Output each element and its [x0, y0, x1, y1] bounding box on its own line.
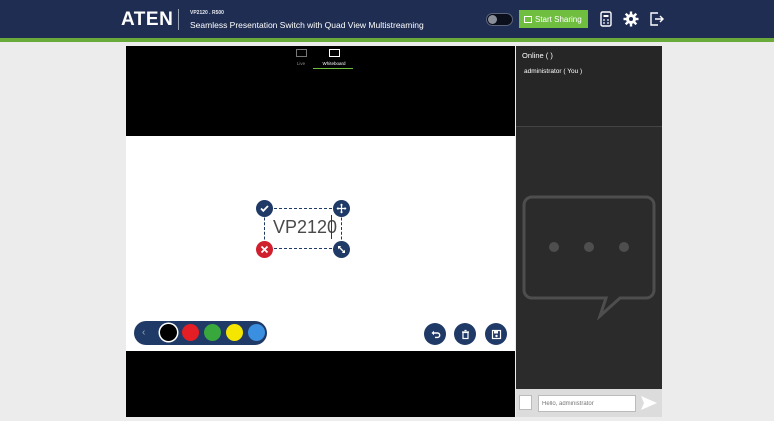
start-sharing-label: Start Sharing [535, 14, 582, 24]
resize-icon[interactable] [333, 241, 350, 258]
tab-whiteboard-label: Whiteboard [322, 61, 346, 66]
tab-whiteboard[interactable]: Whiteboard [319, 49, 349, 69]
mode-tabs: Live Whiteboard [286, 49, 354, 69]
gear-icon[interactable] [623, 11, 639, 27]
color-swatch[interactable] [226, 324, 243, 341]
logo-divider [178, 9, 179, 30]
color-swatch[interactable] [160, 324, 177, 341]
text-caret [331, 215, 332, 239]
confirm-icon[interactable] [256, 200, 273, 217]
text-annotation-value[interactable]: VP2120 [273, 217, 337, 238]
cast-icon [524, 15, 532, 23]
aten-logo: ATEN [121, 9, 174, 30]
logout-icon[interactable] [649, 11, 665, 27]
chat-bubble-icon [520, 195, 660, 325]
header-accent-bar [0, 38, 774, 42]
file-attach-icon[interactable] [519, 395, 532, 410]
move-icon[interactable] [333, 200, 350, 217]
chat-input[interactable] [538, 395, 636, 412]
online-user-item: administrator ( You ) [524, 68, 583, 75]
active-tab-indicator [313, 68, 353, 69]
model-label: VP2120 . R500 [190, 10, 224, 16]
chevron-left-icon[interactable]: ‹ [142, 327, 145, 338]
online-title: Online ( ) [522, 51, 553, 60]
tab-live[interactable]: Live [286, 49, 316, 69]
color-swatch[interactable] [248, 324, 265, 341]
start-sharing-button[interactable]: Start Sharing [519, 10, 588, 28]
mode-toggle[interactable] [486, 13, 513, 26]
color-swatch[interactable] [204, 324, 221, 341]
undo-icon[interactable] [424, 323, 446, 345]
trash-icon[interactable] [454, 323, 476, 345]
save-icon[interactable] [485, 323, 507, 345]
product-title: Seamless Presentation Switch with Quad V… [190, 20, 424, 30]
send-icon[interactable] [640, 395, 658, 416]
monitor-icon [295, 49, 307, 57]
color-swatch[interactable] [182, 324, 199, 341]
toggle-knob [488, 15, 497, 24]
cancel-icon[interactable] [256, 241, 273, 258]
whiteboard-icon [328, 49, 340, 57]
remote-icon[interactable] [598, 11, 614, 27]
tab-live-label: Live [296, 61, 306, 66]
